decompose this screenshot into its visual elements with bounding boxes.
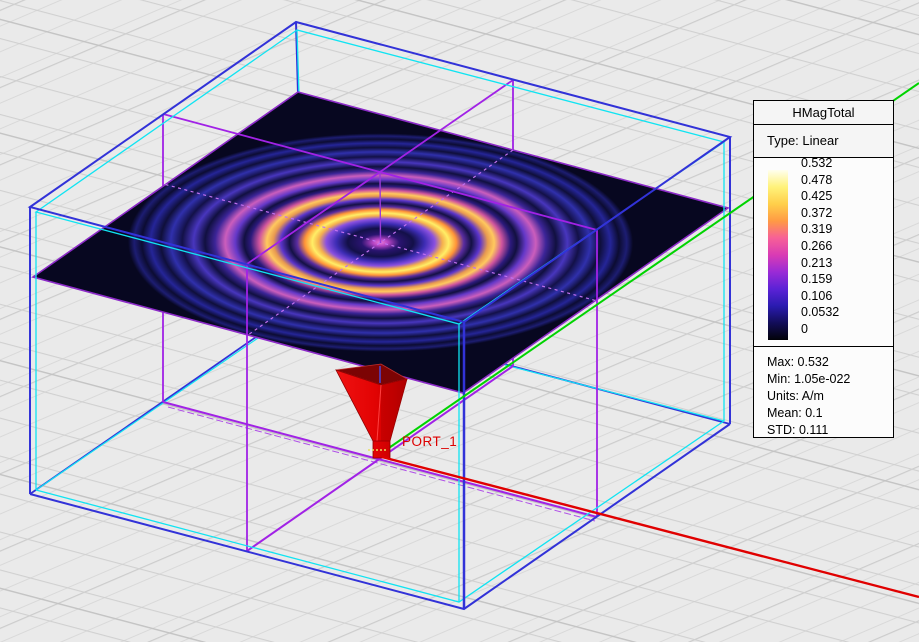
stat-min: Min: 1.05e-022	[767, 372, 851, 386]
legend-type-label: Type: Linear	[754, 125, 893, 158]
colorbar-tick: 0.532	[801, 156, 833, 170]
legend-colorbar-section: 0.532 0.478 0.425 0.372 0.319 0.266 0.21…	[754, 156, 893, 347]
colorbar-tick: 0.266	[801, 239, 833, 253]
colorbar-tick: 0.213	[801, 256, 833, 270]
colorbar-tick: 0.478	[801, 173, 833, 187]
colorbar-tick: 0.319	[801, 222, 833, 236]
colorbar-tick: 0.0532	[801, 305, 840, 319]
colorbar-tick: 0.106	[801, 289, 833, 303]
stat-mean: Mean: 0.1	[767, 406, 823, 420]
legend-stats: Max: 0.532 Min: 1.05e-022 Units: A/m Mea…	[754, 347, 893, 439]
legend-panel[interactable]: HMagTotal Type: Linear 0.532 0.478 0.425…	[753, 100, 894, 438]
stat-units: Units: A/m	[767, 389, 824, 403]
port-label: PORT_1	[402, 434, 457, 449]
legend-title: HMagTotal	[754, 101, 893, 125]
stat-max: Max: 0.532	[767, 355, 829, 369]
colorbar-gradient	[768, 170, 788, 340]
colorbar-tick: 0	[801, 322, 808, 336]
app-canvas: { "scene": { "port_label": "PORT_1" }, "…	[0, 0, 919, 642]
colorbar-tick: 0.159	[801, 272, 833, 286]
colorbar-tick: 0.372	[801, 206, 833, 220]
stat-std: STD: 0.111	[767, 423, 829, 437]
colorbar-tick: 0.425	[801, 189, 833, 203]
